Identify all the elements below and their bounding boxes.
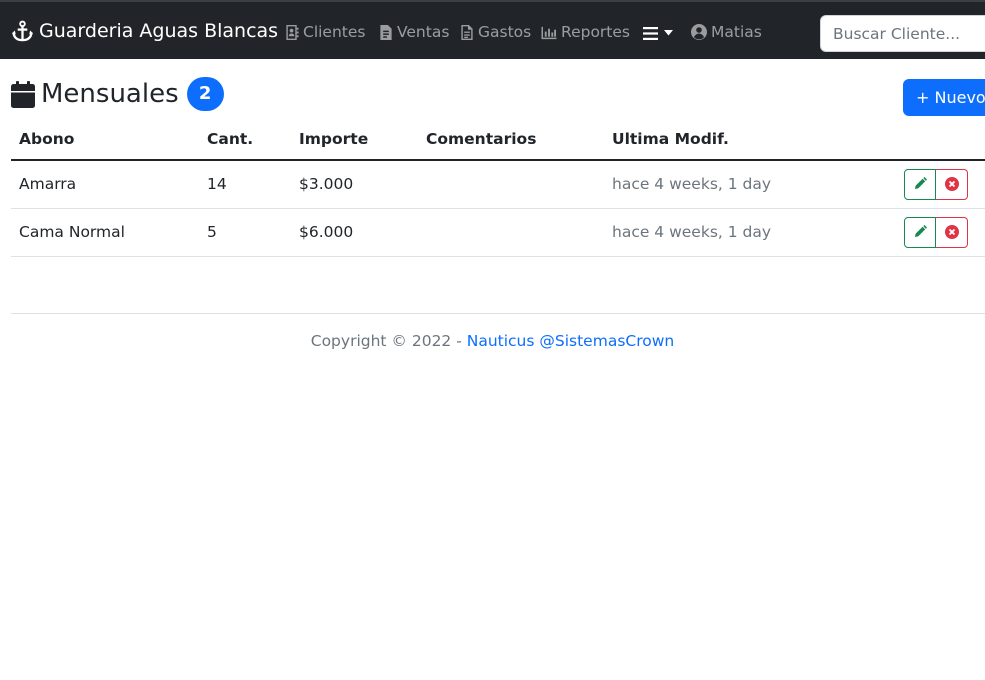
cell-ultima-modif: hace 4 weeks, 1 day <box>604 160 904 209</box>
x-circle-icon <box>944 225 959 239</box>
x-circle-icon <box>944 177 959 192</box>
nav-ventas-label: Ventas <box>397 23 450 41</box>
nav-gastos-label: Gastos <box>478 23 532 41</box>
pencil-icon <box>915 177 927 190</box>
nav-gastos[interactable]: Gastos <box>460 21 531 43</box>
footer-link[interactable]: Nauticus @SistemasCrown <box>467 332 675 350</box>
table-row: Cama Normal 5 $6.000 hace 4 weeks, 1 day <box>11 208 985 257</box>
nav-reportes-label: Reportes <box>561 23 630 41</box>
user-menu[interactable]: Matias <box>691 21 762 43</box>
col-header-comentarios: Comentarios <box>418 118 604 161</box>
new-button-label: + Nuevo <box>916 88 985 107</box>
cell-cant: 5 <box>199 208 291 257</box>
address-book-icon <box>286 24 299 40</box>
pencil-icon <box>915 225 927 237</box>
delete-button[interactable] <box>936 168 968 200</box>
mensuales-table: Abono Cant. Importe Comentarios Ultima M… <box>11 118 985 257</box>
cell-importe: $6.000 <box>291 208 418 257</box>
brand-name: Guarderia Aguas Blancas <box>39 20 279 42</box>
file-document-icon <box>461 24 473 40</box>
cell-actions <box>904 208 985 257</box>
table-row: Amarra 14 $3.000 hace 4 weeks, 1 day <box>11 160 985 209</box>
bar-chart-icon <box>541 26 557 39</box>
nav-reportes[interactable]: Reportes <box>541 21 630 43</box>
cell-ultima-modif: hace 4 weeks, 1 day <box>604 208 904 257</box>
file-invoice-icon <box>380 24 392 40</box>
cell-cant: 14 <box>199 160 291 209</box>
cell-abono: Cama Normal <box>11 208 199 257</box>
col-header-abono: Abono <box>11 118 199 161</box>
nav-ventas[interactable]: Ventas <box>379 21 449 43</box>
cell-comentarios <box>418 208 604 257</box>
page-title: Mensuales <box>41 79 179 109</box>
user-circle-icon <box>691 24 707 40</box>
table-header-row: Abono Cant. Importe Comentarios Ultima M… <box>11 118 985 161</box>
calendar-icon <box>11 80 35 108</box>
cell-actions <box>904 160 985 209</box>
nav-clientes[interactable]: Clientes <box>285 21 365 43</box>
search-input[interactable] <box>820 15 985 52</box>
col-header-importe: Importe <box>291 118 418 161</box>
edit-button[interactable] <box>904 168 936 200</box>
row-actions <box>904 216 985 248</box>
col-header-cant: Cant. <box>199 118 291 161</box>
nav-clientes-label: Clientes <box>303 23 366 41</box>
cell-abono: Amarra <box>11 160 199 209</box>
caret-down-icon <box>664 30 673 36</box>
anchor-icon <box>11 20 34 41</box>
cell-comentarios <box>418 160 604 209</box>
navbar: Guarderia Aguas Blancas Clientes Ventas … <box>0 0 985 59</box>
count-badge: 2 <box>186 77 224 111</box>
more-menu-dropdown[interactable] <box>643 24 673 42</box>
edit-button[interactable] <box>904 216 936 248</box>
footer-divider <box>11 313 985 314</box>
row-actions <box>904 168 985 200</box>
col-header-actions <box>904 118 985 161</box>
page-header: Mensuales 2 <box>11 76 224 112</box>
cell-importe: $3.000 <box>291 160 418 209</box>
delete-button[interactable] <box>936 216 968 248</box>
copyright-text: Copyright © 2022 - <box>310 332 467 350</box>
brand-link[interactable]: Guarderia Aguas Blancas <box>11 18 278 44</box>
footer: Copyright © 2022 - Nauticus @SistemasCro… <box>0 332 985 350</box>
new-button[interactable]: + Nuevo <box>903 79 985 116</box>
user-name: Matias <box>711 23 762 41</box>
col-header-ultima-modif: Ultima Modif. <box>604 118 904 161</box>
hamburger-menu-icon <box>643 26 658 40</box>
